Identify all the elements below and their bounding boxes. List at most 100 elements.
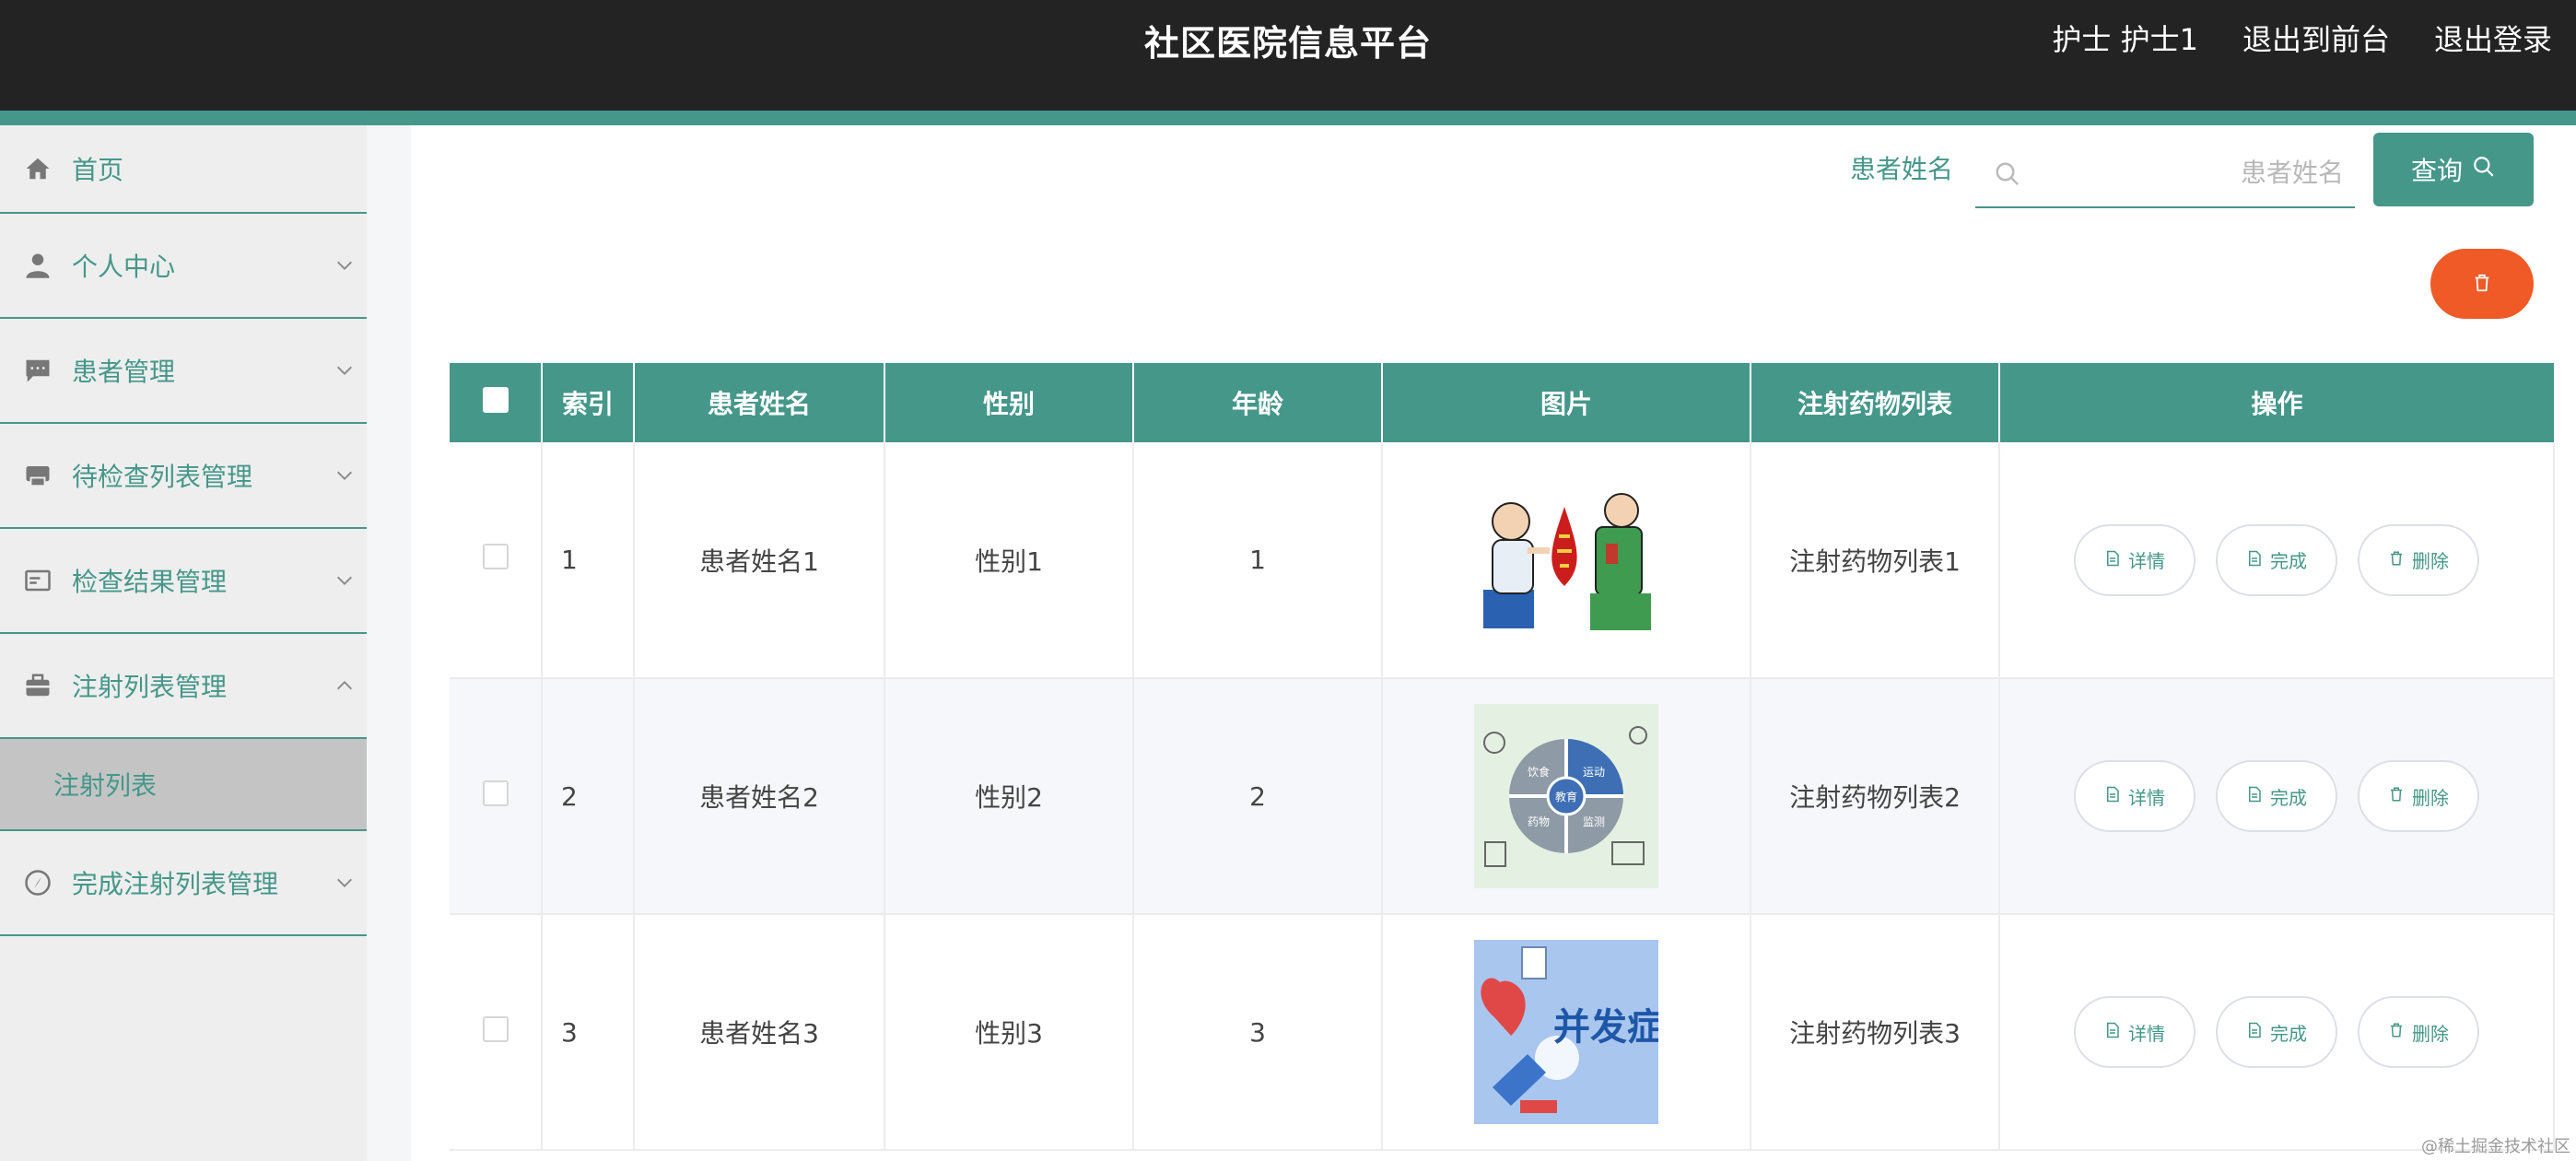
column-header: 索引 xyxy=(542,363,635,442)
document-icon xyxy=(2246,549,2263,571)
row-actions: 详情 完成 删除 xyxy=(2000,760,2553,832)
index-cell: 3 xyxy=(542,914,635,1151)
bulk-delete-button[interactable] xyxy=(2430,249,2534,319)
sidebar-item-home[interactable]: 首页 xyxy=(0,125,367,214)
actions-cell: 详情 完成 删除 xyxy=(1999,442,2555,679)
image-cell: 教育 饮食 运动 药物 监测 xyxy=(1382,678,1751,915)
sidebar-item-exam-results[interactable]: 检查结果管理 xyxy=(0,529,367,634)
svg-text:教育: 教育 xyxy=(1555,790,1577,803)
row-checkbox[interactable] xyxy=(482,544,509,569)
column-header: 图片 xyxy=(1382,363,1751,442)
age-cell: 3 xyxy=(1133,914,1383,1151)
index-cell: 1 xyxy=(542,442,635,679)
compass-icon xyxy=(24,869,52,897)
patient-image[interactable]: 并发症 xyxy=(1474,940,1658,1124)
column-header: 性别 xyxy=(884,363,1134,442)
image-cell xyxy=(1382,442,1751,679)
patient-image[interactable] xyxy=(1474,467,1658,652)
current-user[interactable]: 护士 护士1 xyxy=(2052,17,2198,59)
briefcase-icon xyxy=(24,672,52,699)
image-cell: 并发症 xyxy=(1382,914,1751,1151)
table-row: 3 患者姓名3 性别3 3 并发症 注射药物列表3 详情 完成 删除 xyxy=(450,914,2555,1151)
detail-button[interactable]: 详情 xyxy=(2074,760,2195,832)
trash-icon xyxy=(2388,785,2405,807)
home-icon xyxy=(24,155,52,182)
sidebar-item-label: 检查结果管理 xyxy=(72,567,228,597)
sidebar: 首页 个人中心 患者管理 待检查列表管理 检查结果管理 注射列表管理 注射列表 … xyxy=(0,125,367,1161)
search-icon xyxy=(1994,160,2021,188)
detail-label: 详情 xyxy=(2128,1022,2165,1045)
name-cell: 患者姓名2 xyxy=(634,678,885,915)
gender-cell: 性别3 xyxy=(884,914,1134,1151)
row-select-cell xyxy=(450,442,543,679)
sidebar-item-label: 待检查列表管理 xyxy=(72,462,253,492)
sidebar-item-label: 完成注射列表管理 xyxy=(72,869,279,899)
injection-table: 索引 患者姓名 性别 年龄 图片 注射药物列表 操作 1 患者姓名1 性别1 1 xyxy=(450,363,2555,1151)
row-select-cell xyxy=(450,678,543,915)
svg-text:监测: 监测 xyxy=(1583,815,1605,828)
chevron-down-icon xyxy=(332,252,357,278)
patient-image[interactable]: 教育 饮食 运动 药物 监测 xyxy=(1474,704,1658,888)
sidebar-item-completed-injection[interactable]: 完成注射列表管理 xyxy=(0,831,367,936)
sidebar-item-label: 个人中心 xyxy=(72,252,176,282)
detail-button[interactable]: 详情 xyxy=(2074,523,2195,596)
delete-button[interactable]: 删除 xyxy=(2358,760,2479,832)
age-cell: 1 xyxy=(1133,442,1383,679)
logout-link[interactable]: 退出登录 xyxy=(2434,17,2552,59)
sidebar-item-personal-center[interactable]: 个人中心 xyxy=(0,214,367,319)
delete-label: 删除 xyxy=(2412,550,2449,572)
gender-cell: 性别1 xyxy=(884,442,1134,679)
actions-cell: 详情 完成 删除 xyxy=(1999,914,2555,1151)
column-header: 操作 xyxy=(1999,363,2554,442)
message-icon xyxy=(24,357,52,384)
row-checkbox[interactable] xyxy=(482,780,509,806)
top-links: 护士 护士1 退出到前台 退出登录 xyxy=(2052,17,2552,59)
watermark: @稀土掘金技术社区 xyxy=(2421,1137,2570,1156)
column-header: 患者姓名 xyxy=(634,363,885,442)
sidebar-item-patient-management[interactable]: 患者管理 xyxy=(0,319,367,424)
column-header: 年龄 xyxy=(1133,363,1383,442)
chevron-up-icon xyxy=(332,673,357,698)
sidebar-item-label: 患者管理 xyxy=(72,357,176,387)
search-input[interactable] xyxy=(2031,140,2344,205)
row-actions: 详情 完成 删除 xyxy=(2000,523,2553,596)
detail-button[interactable]: 详情 xyxy=(2074,996,2195,1068)
sidebar-item-label: 首页 xyxy=(72,155,124,185)
delete-label: 删除 xyxy=(2412,1022,2449,1045)
complete-label: 完成 xyxy=(2270,786,2307,809)
chevron-down-icon xyxy=(332,870,357,896)
chevron-down-icon xyxy=(332,463,357,488)
row-actions: 详情 完成 删除 xyxy=(2000,996,2553,1068)
row-checkbox[interactable] xyxy=(482,1015,509,1042)
sidebar-item-pending-exam[interactable]: 待检查列表管理 xyxy=(0,424,367,529)
chevron-down-icon xyxy=(332,358,357,383)
query-button[interactable]: 查询 xyxy=(2373,133,2534,206)
document-icon xyxy=(2246,1021,2263,1043)
sidebar-subitem-label: 注射列表 xyxy=(53,770,158,801)
document-icon xyxy=(2104,785,2121,807)
name-cell: 患者姓名3 xyxy=(634,914,885,1151)
row-select-cell xyxy=(450,914,543,1151)
sidebar-item-label: 注射列表管理 xyxy=(72,672,228,702)
delete-button[interactable]: 删除 xyxy=(2358,996,2479,1068)
select-all-checkbox[interactable] xyxy=(482,386,509,413)
exit-to-front-link[interactable]: 退出到前台 xyxy=(2242,17,2390,59)
svg-text:饮食: 饮食 xyxy=(1528,765,1550,779)
sidebar-item-injection-management[interactable]: 注射列表管理 xyxy=(0,634,367,739)
delete-button[interactable]: 删除 xyxy=(2358,523,2479,596)
complete-button[interactable]: 完成 xyxy=(2216,996,2337,1068)
sidebar-subitem-injection-list[interactable]: 注射列表 xyxy=(0,739,367,831)
age-cell: 2 xyxy=(1133,678,1383,915)
actions-cell: 详情 完成 删除 xyxy=(1999,678,2555,915)
document-icon xyxy=(2104,549,2121,571)
complete-button[interactable]: 完成 xyxy=(2216,760,2337,832)
search-label: 患者姓名 xyxy=(1850,154,1954,184)
user-icon xyxy=(24,252,52,279)
search-box xyxy=(1975,140,2355,208)
complete-button[interactable]: 完成 xyxy=(2216,523,2337,596)
table-row: 1 患者姓名1 性别1 1 注射药物列表1 详情 完成 删除 xyxy=(450,442,2555,679)
complete-label: 完成 xyxy=(2270,1022,2307,1045)
chevron-down-icon xyxy=(332,568,357,593)
table-header-row: 索引 患者姓名 性别 年龄 图片 注射药物列表 操作 xyxy=(450,363,2554,442)
trash-icon xyxy=(2388,549,2405,571)
